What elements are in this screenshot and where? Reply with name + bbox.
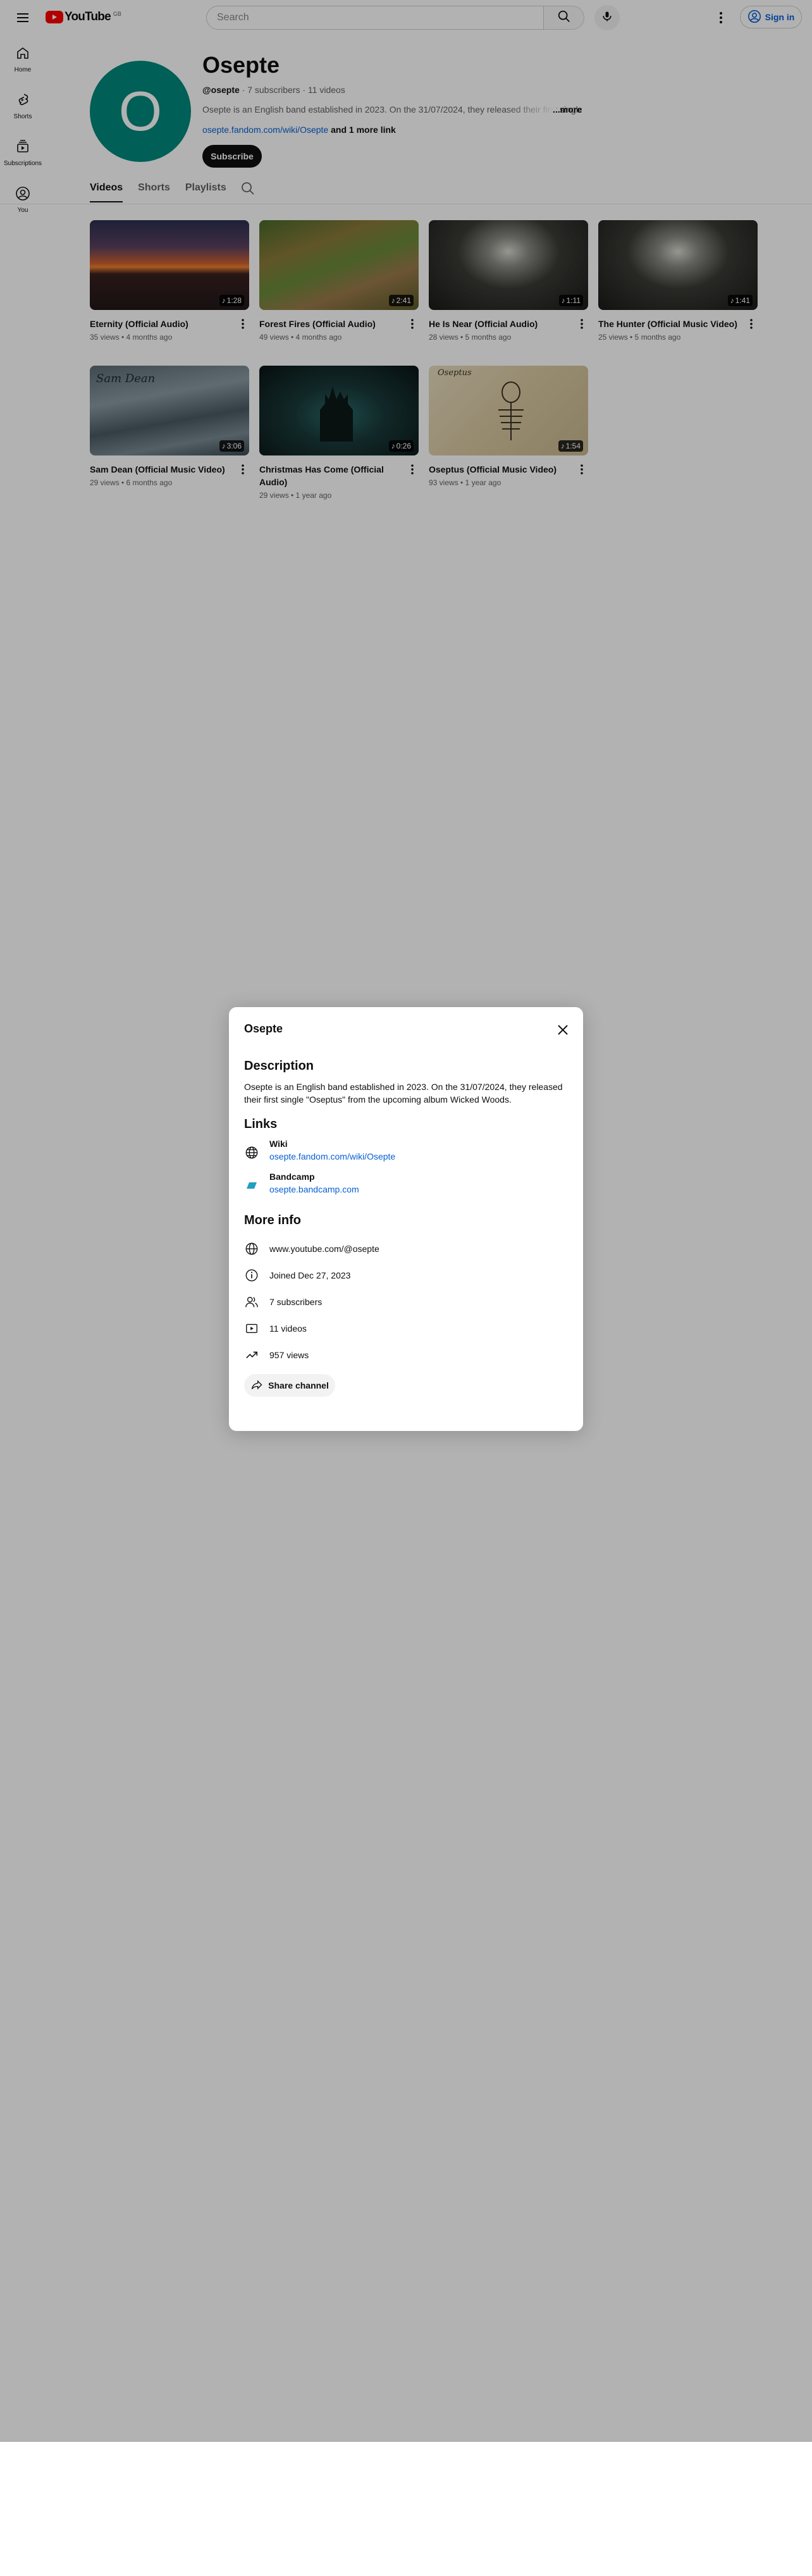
- info-views: 957 views: [244, 1347, 560, 1363]
- info-text: 11 videos: [269, 1323, 307, 1334]
- info-channel-url: www.youtube.com/@osepte: [244, 1241, 560, 1256]
- info-videos: 11 videos: [244, 1321, 560, 1336]
- video-icon: [244, 1321, 259, 1336]
- info-icon: [244, 1268, 259, 1283]
- share-channel-label: Share channel: [268, 1380, 329, 1390]
- info-text: Joined Dec 27, 2023: [269, 1270, 351, 1280]
- info-subscribers: 7 subscribers: [244, 1294, 560, 1310]
- share-channel-button[interactable]: Share channel: [244, 1374, 335, 1397]
- subscribers-icon: [244, 1294, 259, 1310]
- link-item-wiki[interactable]: Wiki osepte.fandom.com/wiki/Osepte: [244, 1139, 560, 1161]
- globe-icon: [244, 1241, 259, 1256]
- info-text: www.youtube.com/@osepte: [269, 1244, 379, 1254]
- info-text: 7 subscribers: [269, 1297, 323, 1307]
- description-heading: Description: [244, 1059, 314, 1073]
- trending-icon: [244, 1347, 259, 1363]
- globe-icon: [244, 1145, 259, 1160]
- close-icon[interactable]: [553, 1020, 573, 1040]
- share-icon: [250, 1378, 263, 1393]
- link-url[interactable]: osepte.bandcamp.com: [269, 1184, 359, 1194]
- bandcamp-icon: [244, 1178, 259, 1193]
- link-item-bandcamp[interactable]: Bandcamp osepte.bandcamp.com: [244, 1172, 560, 1194]
- link-name: Wiki: [269, 1139, 288, 1149]
- more-info-heading: More info: [244, 1213, 301, 1227]
- description-text: Osepte is an English band established in…: [244, 1082, 563, 1105]
- link-url[interactable]: osepte.fandom.com/wiki/Osepte: [269, 1151, 395, 1161]
- about-dialog: Osepte Description Osepte is an English …: [229, 1007, 583, 1431]
- page: YouTube GB Search Sign in Home Shorts Su…: [0, 0, 812, 2442]
- info-text: 957 views: [269, 1350, 309, 1360]
- links-heading: Links: [244, 1117, 278, 1131]
- info-joined: Joined Dec 27, 2023: [244, 1268, 560, 1283]
- dialog-title: Osepte: [244, 1022, 283, 1035]
- link-name: Bandcamp: [269, 1172, 315, 1182]
